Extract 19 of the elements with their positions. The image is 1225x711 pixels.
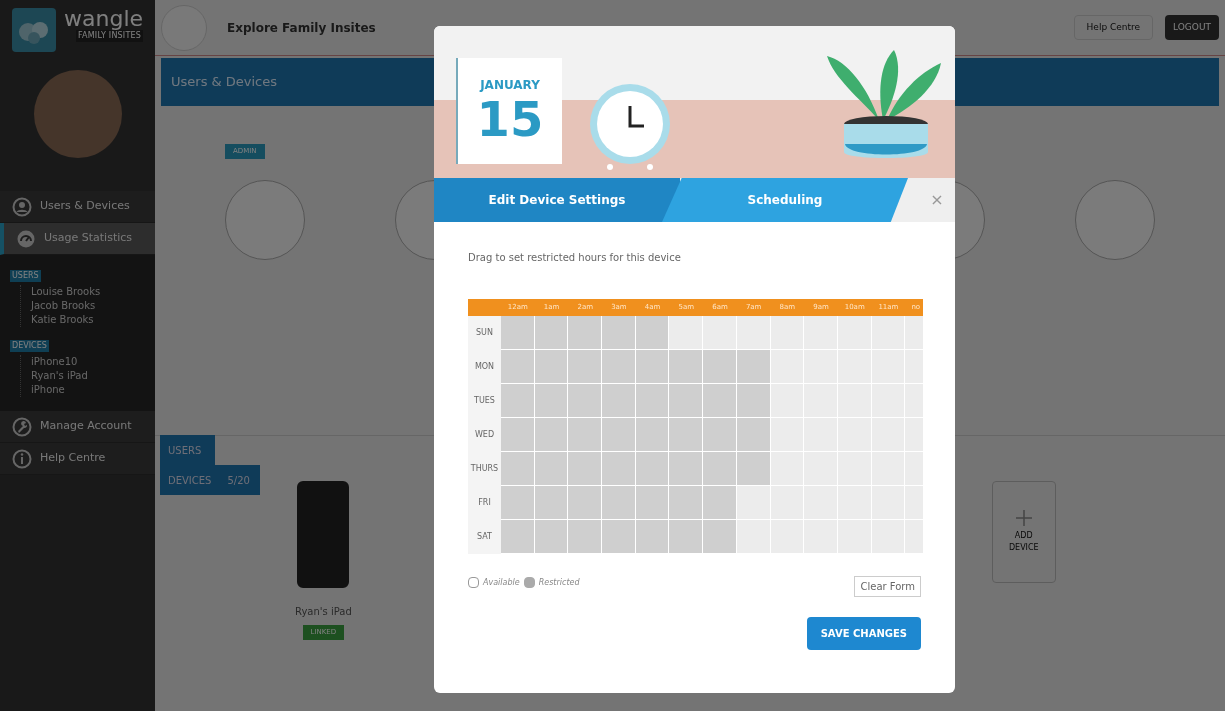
calendar-day: 15 xyxy=(476,94,544,144)
device-count: 5/20 xyxy=(227,473,250,488)
banner-title: Users & Devices xyxy=(171,73,278,92)
legend-label: Restricted xyxy=(538,576,580,589)
calendar-month: JANUARY xyxy=(480,77,540,94)
day-label: FRI xyxy=(468,486,501,520)
day-label: TUES xyxy=(468,384,501,418)
group-label: DEVICES xyxy=(10,340,49,352)
day-label: SUN xyxy=(468,316,501,350)
group-label: USERS xyxy=(10,270,41,282)
device-name: Ryan's iPad xyxy=(295,605,352,619)
day-label: MON xyxy=(468,350,501,384)
legend-label: Available xyxy=(483,576,520,589)
day-label: SAT xyxy=(468,520,501,554)
day-label: WED xyxy=(468,418,501,452)
logo-wordmark: wangle xyxy=(64,8,144,30)
day-label: THURS xyxy=(468,452,501,486)
logo-tagline: FAMILY INSITES xyxy=(76,30,144,42)
instruction-text: Drag to set restricted hours for this device xyxy=(468,251,682,265)
